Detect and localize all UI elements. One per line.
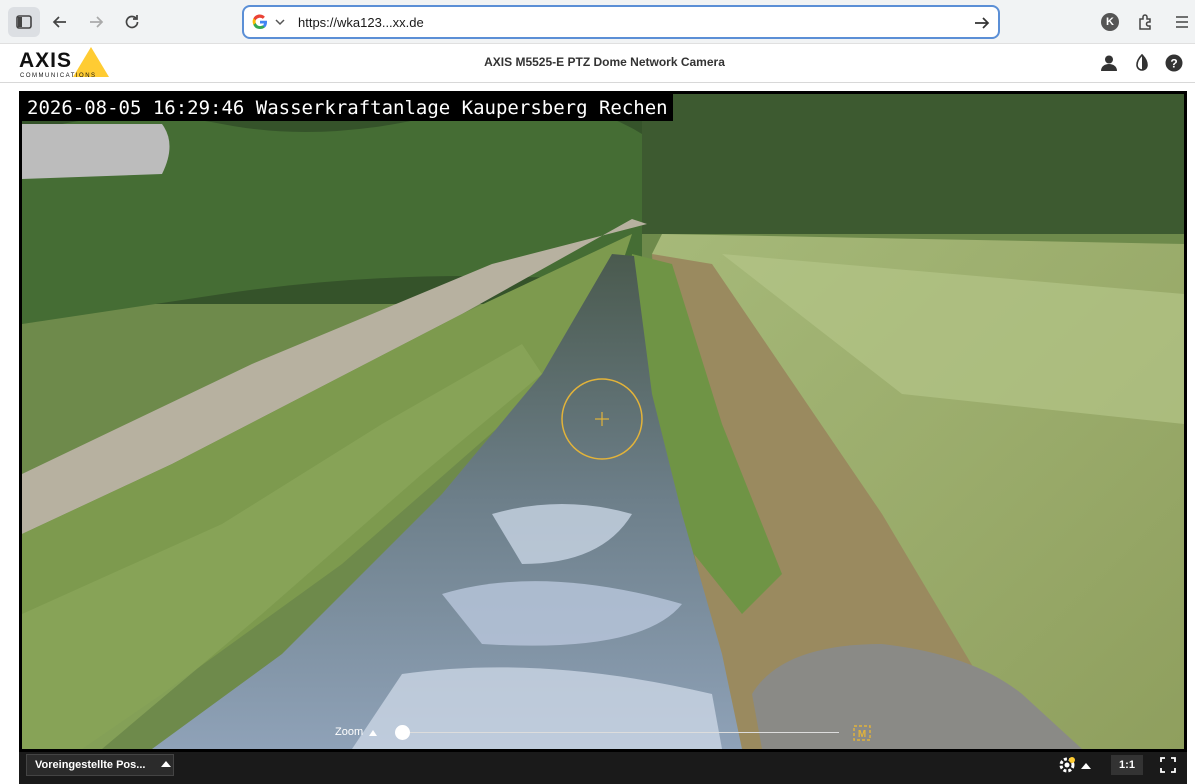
browser-toolbar: https://wka123...xx.de K bbox=[0, 0, 1195, 44]
go-arrow-icon[interactable] bbox=[972, 13, 992, 33]
preset-label: Voreingestellte Pos... bbox=[35, 759, 146, 771]
reload-icon bbox=[125, 15, 139, 29]
fullscreen-icon[interactable] bbox=[1159, 756, 1177, 774]
forward-button[interactable] bbox=[80, 7, 112, 37]
zoom-label: Zoom bbox=[335, 726, 364, 738]
zoom-slider-track[interactable] bbox=[403, 732, 839, 733]
reload-button[interactable] bbox=[116, 7, 148, 37]
google-icon[interactable] bbox=[252, 14, 268, 30]
address-bar[interactable]: https://wka123...xx.de bbox=[242, 5, 1000, 39]
gear-icon[interactable] bbox=[1057, 755, 1077, 775]
profile-avatar[interactable]: K bbox=[1101, 13, 1119, 31]
url-input[interactable]: https://wka123...xx.de bbox=[298, 15, 424, 30]
chevron-down-icon[interactable] bbox=[274, 16, 286, 28]
zoom-control: Zoom M bbox=[19, 718, 1187, 748]
forward-icon bbox=[90, 16, 104, 28]
page-title: AXIS M5525-E PTZ Dome Network Camera bbox=[484, 55, 725, 69]
user-icon[interactable] bbox=[1099, 53, 1119, 73]
chevron-up-icon[interactable] bbox=[161, 761, 171, 767]
preset-position-dropdown[interactable]: Voreingestellte Pos... bbox=[26, 754, 174, 776]
svg-text:?: ? bbox=[1170, 57, 1177, 71]
camera-image[interactable] bbox=[22, 94, 1184, 749]
camera-overlay-text: 2026-08-05 16:29:46 Wasserkraftanlage Ka… bbox=[22, 94, 673, 121]
player-controls-bar: Voreingestellte Pos... 1:1 bbox=[19, 752, 1187, 784]
manual-focus-icon[interactable]: M bbox=[853, 725, 871, 741]
extensions-icon[interactable] bbox=[1137, 13, 1155, 31]
zoom-toggle-icon[interactable] bbox=[369, 730, 377, 736]
menu-icon[interactable] bbox=[1173, 13, 1191, 31]
help-icon[interactable]: ? bbox=[1164, 53, 1184, 73]
contrast-icon[interactable] bbox=[1132, 53, 1152, 73]
zoom-slider-handle[interactable] bbox=[395, 725, 410, 740]
back-icon bbox=[52, 16, 66, 28]
logo-subtext: COMMUNICATIONS bbox=[20, 73, 97, 79]
app-header: AXIS COMMUNICATIONS AXIS M5525-E PTZ Dom… bbox=[0, 44, 1195, 83]
sidebar-toggle-button[interactable] bbox=[8, 7, 40, 37]
aspect-ratio-button[interactable]: 1:1 bbox=[1111, 755, 1143, 775]
sidebar-icon bbox=[16, 15, 32, 29]
manual-focus-letter: M bbox=[858, 729, 866, 740]
video-viewport[interactable]: 2026-08-05 16:29:46 Wasserkraftanlage Ka… bbox=[19, 91, 1187, 752]
back-button[interactable] bbox=[44, 7, 76, 37]
settings-chevron-up-icon[interactable] bbox=[1081, 763, 1091, 769]
